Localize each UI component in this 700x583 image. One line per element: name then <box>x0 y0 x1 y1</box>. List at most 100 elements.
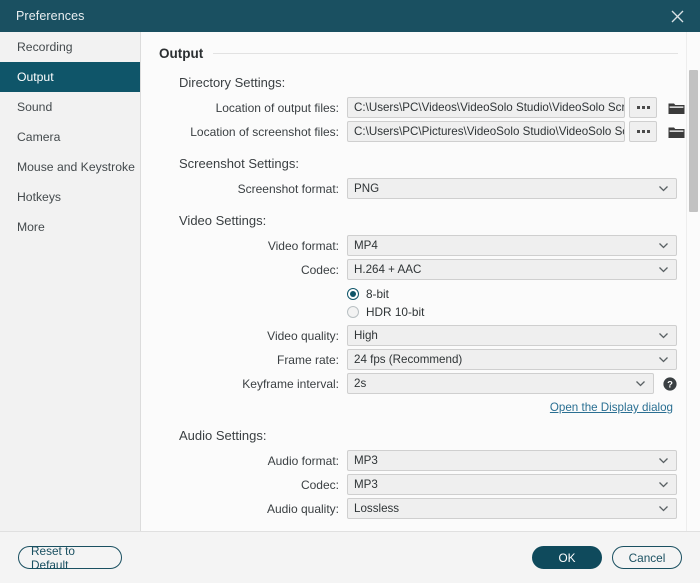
close-glyph <box>671 10 683 22</box>
keyframe-interval-value: 2s <box>354 377 367 390</box>
settings-scrollbar[interactable] <box>686 32 699 531</box>
sidebar-item-label: Output <box>17 70 54 84</box>
screenshot-format-row: Screenshot format: PNG <box>141 178 700 199</box>
video-settings-heading: Video Settings: <box>179 213 267 228</box>
video-codec-label: Codec: <box>300 262 339 277</box>
sidebar-item-label: Recording <box>17 40 73 54</box>
sidebar-item-camera[interactable]: Camera <box>0 122 140 152</box>
chevron-down-icon <box>634 377 647 390</box>
video-format-label: Video format: <box>267 238 339 253</box>
sidebar: Recording Output Sound Camera Mouse and … <box>0 32 141 531</box>
screenshot-format-label: Screenshot format: <box>237 181 339 196</box>
dot <box>641 106 645 109</box>
keyframe-interval-select[interactable]: 2s <box>347 373 654 394</box>
help-icon[interactable]: ? <box>663 376 677 391</box>
title-divider <box>213 53 678 54</box>
screenshot-location-row: Location of screenshot files: C:\Users\P… <box>141 121 700 142</box>
sidebar-item-label: Hotkeys <box>17 190 62 204</box>
cancel-button[interactable]: Cancel <box>612 546 682 569</box>
audio-codec-value: MP3 <box>354 478 378 491</box>
screenshot-format-select[interactable]: PNG <box>347 178 677 199</box>
audio-settings-heading: Audio Settings: <box>179 428 267 443</box>
preferences-window: Preferences Recording Output Sound Camer… <box>0 0 700 583</box>
chevron-down-icon <box>657 182 670 195</box>
dot <box>641 130 645 133</box>
sidebar-item-output[interactable]: Output <box>0 62 140 92</box>
sidebar-item-label: Sound <box>17 100 53 114</box>
display-dialog-link-row: Open the Display dialog <box>141 401 700 414</box>
chevron-down-icon <box>657 329 670 342</box>
audio-codec-select[interactable]: MP3 <box>347 474 677 495</box>
audio-quality-select[interactable]: Lossless <box>347 498 677 519</box>
bitdepth-hdr10bit-row: HDR 10-bit <box>141 303 700 321</box>
sidebar-item-mouse-and-keystroke[interactable]: Mouse and Keystroke <box>0 152 140 182</box>
sidebar-item-hotkeys[interactable]: Hotkeys <box>0 182 140 212</box>
audio-format-select[interactable]: MP3 <box>347 450 677 471</box>
bitdepth-hdr10bit-label[interactable]: HDR 10-bit <box>366 305 424 319</box>
video-quality-value: High <box>354 329 378 342</box>
screenshot-settings-heading: Screenshot Settings: <box>179 156 299 171</box>
folder-glyph <box>668 127 684 138</box>
sidebar-item-recording[interactable]: Recording <box>0 32 140 62</box>
output-location-label: Location of output files: <box>215 100 339 115</box>
chevron-down-icon <box>657 454 670 467</box>
chevron-down-icon <box>657 263 670 276</box>
video-format-row: Video format: MP4 <box>141 235 700 256</box>
frame-rate-select[interactable]: 24 fps (Recommend) <box>347 349 677 370</box>
chevron-down-icon <box>657 502 670 515</box>
sidebar-item-label: More <box>17 220 45 234</box>
audio-codec-label: Codec: <box>300 477 339 492</box>
chevron-down-icon <box>657 353 670 366</box>
svg-text:?: ? <box>667 379 673 390</box>
dot <box>636 130 640 133</box>
screenshot-location-browse-button[interactable] <box>629 121 657 142</box>
screenshot-location-input[interactable]: C:\Users\PC\Pictures\VideoSolo Studio\Vi… <box>347 121 625 142</box>
sidebar-item-label: Mouse and Keystroke <box>17 160 135 174</box>
bitdepth-8bit-label[interactable]: 8-bit <box>366 287 389 301</box>
audio-format-row: Audio format: MP3 <box>141 450 700 471</box>
settings-scroll-content: Output Directory Settings: Location of o… <box>141 32 700 522</box>
video-format-select[interactable]: MP4 <box>347 235 677 256</box>
output-location-input[interactable]: C:\Users\PC\Videos\VideoSolo Studio\Vide… <box>347 97 625 118</box>
frame-rate-value: 24 fps (Recommend) <box>354 353 463 366</box>
bitdepth-hdr10bit-radio[interactable] <box>347 306 359 318</box>
open-display-dialog-link[interactable]: Open the Display dialog <box>550 401 673 414</box>
page-title: Output <box>159 46 204 61</box>
audio-quality-label: Audio quality: <box>266 501 339 516</box>
screenshot-location-label: Location of screenshot files: <box>190 124 339 139</box>
sidebar-item-more[interactable]: More <box>0 212 140 242</box>
chevron-down-icon <box>657 239 670 252</box>
bitdepth-8bit-radio[interactable] <box>347 288 359 300</box>
audio-quality-value: Lossless <box>354 502 400 515</box>
output-location-row: Location of output files: C:\Users\PC\Vi… <box>141 97 700 118</box>
output-location-browse-button[interactable] <box>629 97 657 118</box>
keyframe-interval-label: Keyframe interval: <box>242 376 339 391</box>
dot <box>636 106 640 109</box>
bitdepth-8bit-row: 8-bit <box>141 285 700 303</box>
audio-format-value: MP3 <box>354 454 378 467</box>
close-icon[interactable] <box>654 0 700 32</box>
reset-to-default-button[interactable]: Reset to Default <box>18 544 122 572</box>
dot <box>646 130 650 133</box>
output-settings-panel: Output Directory Settings: Location of o… <box>141 32 700 531</box>
audio-format-label: Audio format: <box>267 453 339 468</box>
folder-glyph <box>668 103 684 114</box>
window-title: Preferences <box>16 9 85 23</box>
dialog-footer: Reset to Default OK Cancel <box>0 531 700 583</box>
video-codec-value: H.264 + AAC <box>354 263 422 276</box>
screenshot-location-open-folder-icon[interactable] <box>665 121 687 142</box>
titlebar: Preferences <box>0 0 700 32</box>
dot <box>646 106 650 109</box>
keyframe-interval-row: Keyframe interval: 2s ? <box>141 373 700 394</box>
ok-button[interactable]: OK <box>532 546 602 569</box>
video-quality-label: Video quality: <box>267 328 339 343</box>
sidebar-item-sound[interactable]: Sound <box>0 92 140 122</box>
chevron-down-icon <box>657 478 670 491</box>
video-codec-select[interactable]: H.264 + AAC <box>347 259 677 280</box>
screenshot-format-value: PNG <box>354 182 380 195</box>
output-location-open-folder-icon[interactable] <box>665 97 687 118</box>
audio-quality-row: Audio quality: Lossless <box>141 498 700 519</box>
video-quality-select[interactable]: High <box>347 325 677 346</box>
frame-rate-row: Frame rate: 24 fps (Recommend) <box>141 349 700 370</box>
settings-scrollbar-thumb[interactable] <box>689 70 698 212</box>
